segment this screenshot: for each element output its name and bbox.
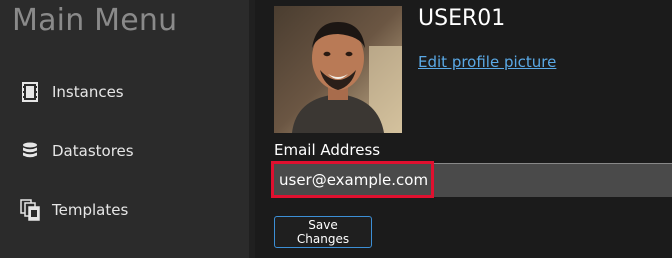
sidebar-item-instances[interactable]: Instances (20, 78, 124, 106)
edit-profile-picture-link[interactable]: Edit profile picture (418, 53, 556, 71)
sidebar-item-label: Instances (52, 83, 124, 101)
database-icon (20, 140, 40, 162)
sidebar-item-datastores[interactable]: Datastores (20, 137, 134, 165)
avatar (274, 6, 402, 133)
sidebar-item-label: Datastores (52, 142, 134, 160)
email-field-highlight (271, 161, 434, 198)
sidebar-item-label: Templates (52, 201, 129, 219)
film-strip-icon (20, 81, 40, 103)
templates-icon (20, 199, 40, 221)
sidebar-title: Main Menu (12, 3, 178, 38)
sidebar: Main Menu Instances Datastores Templates (0, 0, 249, 258)
sidebar-item-templates[interactable]: Templates (20, 196, 128, 224)
save-changes-button[interactable]: Save Changes (274, 216, 372, 248)
email-label: Email Address (274, 141, 381, 159)
username: USER01 (418, 6, 506, 31)
